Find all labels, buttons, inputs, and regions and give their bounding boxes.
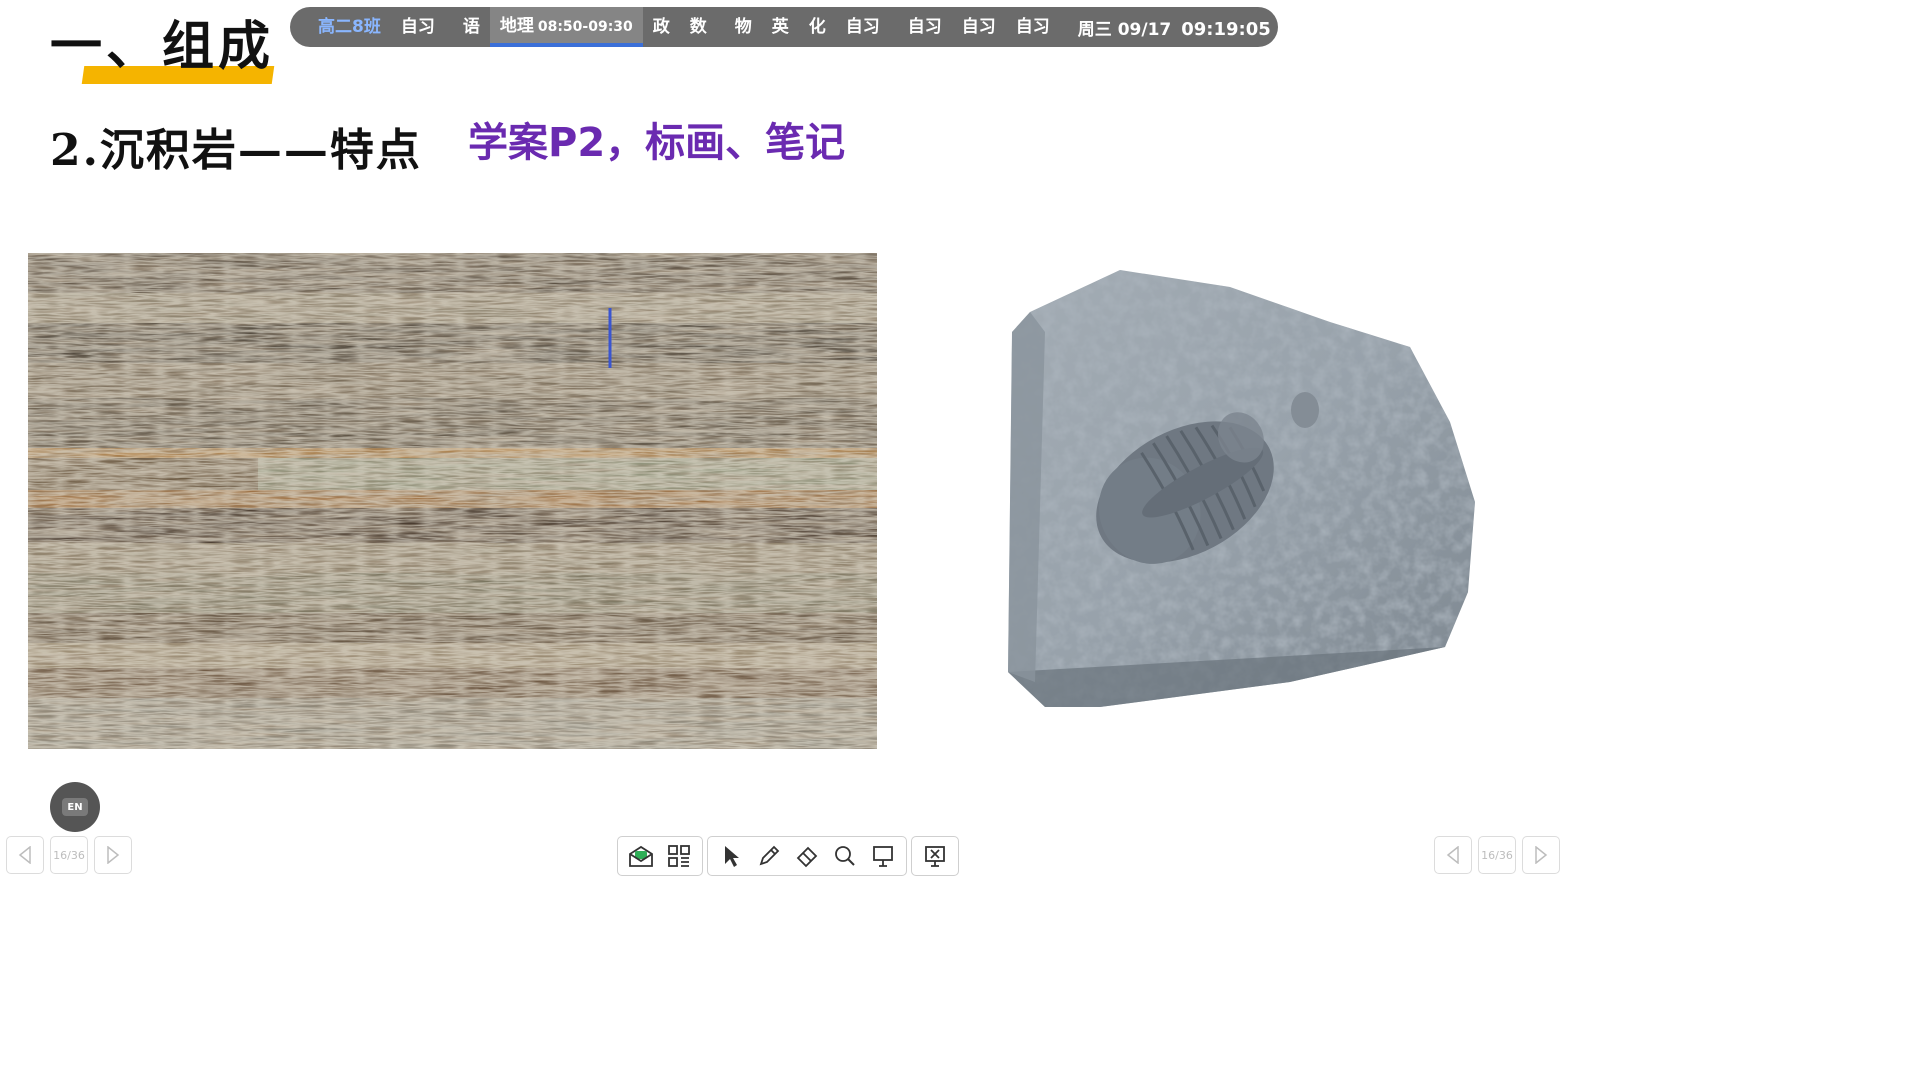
- exit-slideshow-button[interactable]: [916, 837, 954, 875]
- pen-button[interactable]: [750, 837, 788, 875]
- trilobite-fossil-image: [990, 262, 1490, 732]
- magnifier-button[interactable]: [826, 837, 864, 875]
- schedule-class-name: 高二8班: [318, 17, 381, 37]
- pointer-icon: [725, 846, 739, 867]
- pager-right: 16/36: [1434, 836, 1560, 874]
- chevron-right-icon: [1535, 846, 1548, 864]
- pointer-button[interactable]: [712, 837, 750, 875]
- schedule-period: 自习: [845, 17, 880, 37]
- toolbar-group-drawing: [707, 836, 907, 876]
- schedule-period: 自习: [400, 17, 435, 37]
- chevron-left-icon: [1446, 846, 1459, 864]
- pager-left: 16/36: [6, 836, 132, 874]
- slide-heading: 一、组成: [50, 16, 275, 77]
- schedule-period: 英: [771, 17, 789, 37]
- schedule-period: 政: [652, 17, 670, 37]
- apps-grid-icon: [668, 845, 690, 867]
- current-period-label: 地理: [499, 16, 534, 36]
- toolbar-group-apps: [617, 836, 703, 876]
- schedule-period: 数: [689, 17, 707, 37]
- eraser-icon: [796, 846, 818, 868]
- slide-subheading: 2.沉积岩——特点: [50, 125, 422, 176]
- schedule-period: 自习: [1015, 17, 1050, 37]
- whiteboard-button[interactable]: [864, 837, 902, 875]
- toolbar-group-exit: [911, 836, 959, 876]
- schedule-time: 09:19:05: [1181, 18, 1271, 40]
- keyboard-icon: EN: [62, 798, 88, 816]
- schedule-clock: 周三 09/17 09:19:05: [1068, 15, 1271, 40]
- schedule-period: 物: [734, 17, 752, 37]
- apps-grid-button[interactable]: [660, 837, 698, 875]
- schedule-period: 自习: [907, 17, 942, 37]
- schedule-period: 化: [808, 17, 826, 37]
- magnifier-icon: [835, 846, 855, 866]
- class-schedule-bar: 高二8班 自习 语 地理 08:50-09:30 政 数 物 英 化 自习 自习 …: [290, 7, 1278, 47]
- chevron-left-icon: [18, 846, 31, 864]
- whiteboard-icon: [873, 846, 893, 867]
- schedule-period: 语: [462, 17, 480, 37]
- page-indicator: 16/36: [1478, 836, 1516, 874]
- current-period-time: 08:50-09:30: [537, 19, 633, 35]
- schedule-period-current: 地理 08:50-09:30: [489, 7, 643, 47]
- presentation-toolbar: [617, 836, 959, 876]
- prev-page-button[interactable]: [6, 836, 44, 874]
- language-toggle-button[interactable]: EN: [50, 782, 100, 832]
- slide-note: 学案P2，标画、笔记: [468, 120, 846, 166]
- next-page-button[interactable]: [94, 836, 132, 874]
- pen-icon: [759, 845, 780, 866]
- slide-heading-block: 一、组成: [50, 4, 280, 86]
- exit-slideshow-icon: [925, 846, 945, 867]
- envelope-button[interactable]: [622, 837, 660, 875]
- prev-page-button[interactable]: [1434, 836, 1472, 874]
- chevron-right-icon: [107, 846, 120, 864]
- envelope-icon: [629, 845, 653, 867]
- page-indicator: 16/36: [50, 836, 88, 874]
- eraser-button[interactable]: [788, 837, 826, 875]
- schedule-date: 周三 09/17: [1077, 19, 1172, 40]
- next-page-button[interactable]: [1522, 836, 1560, 874]
- schedule-period: 自习: [961, 17, 996, 37]
- sedimentary-rock-layers-image: [28, 253, 877, 749]
